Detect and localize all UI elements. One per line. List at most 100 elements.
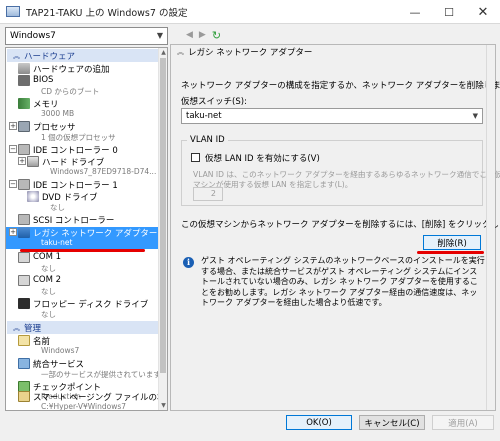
forward-arrow-icon[interactable]: ▶ xyxy=(199,30,206,40)
dvd-drive-icon xyxy=(27,191,39,202)
cancel-button[interactable]: キャンセル(C) xyxy=(359,415,425,430)
chevron-down-icon: ▼ xyxy=(472,112,478,120)
vlan-enable-checkbox[interactable] xyxy=(191,153,200,162)
tree-item-sub: 1 個の仮想プロセッサ xyxy=(41,133,116,142)
adapter-description: ネットワーク アダプターの構成を指定するか、ネットワーク アダプターを削除します… xyxy=(181,81,500,91)
legacy-adapter-info: ゲスト オペレーティング システムのネットワークベースのインストールを実行する場… xyxy=(201,256,485,307)
hardware-section-header[interactable]: ︽ ハードウェア xyxy=(7,49,158,62)
name-tag-icon xyxy=(18,335,30,346)
dialog-button-bar: OK(O) キャンセル(C) 適用(A) xyxy=(0,412,500,441)
expand-icon[interactable]: + xyxy=(9,122,17,130)
ide-controller-icon xyxy=(18,144,30,155)
remove-description: この仮想マシンからネットワーク アダプターを削除するには、[削除] をクリックし… xyxy=(181,220,500,230)
ok-button[interactable]: OK(O) xyxy=(286,415,352,430)
tree-item-com1[interactable]: COM 1 なし xyxy=(6,252,159,274)
hardware-tree: ︽ ハードウェア ハードウェアの追加 BIOS CD からのブート メモリ 30… xyxy=(5,47,168,411)
tree-item-sub: なし xyxy=(50,203,65,212)
section-title: レガシ ネットワーク アダプター xyxy=(188,47,313,58)
nav-toolbar: ◀ ▶ ↻ xyxy=(170,27,496,43)
vm-selector[interactable]: Windows7 ▼ xyxy=(5,27,168,45)
scroll-down-arrow-icon[interactable]: ▼ xyxy=(159,401,167,410)
tree-item-sub: CD からのブート xyxy=(41,87,100,96)
processor-icon xyxy=(18,121,30,132)
tree-item-sub: Windows7_87ED9718-D74... xyxy=(50,167,157,176)
tree-item-hard-drive[interactable]: + ハード ドライブ Windows7_87ED9718-D74... xyxy=(6,156,159,178)
apply-button[interactable]: 適用(A) xyxy=(432,415,494,430)
title-bar: TAP21-TAKU 上の Windows7 の設定 — ☐ ✕ xyxy=(0,0,500,24)
tree-item-smart-paging[interactable]: スマート ページング ファイルの場所 C:¥Hyper-V¥Windows7 xyxy=(6,391,167,411)
tree-item-label: ハードウェアの追加 xyxy=(33,65,110,75)
close-button[interactable]: ✕ xyxy=(466,0,500,24)
hard-drive-icon xyxy=(27,156,39,167)
tree-item-sub: Windows7 xyxy=(41,346,80,355)
vlan-id-input[interactable]: 2 xyxy=(193,187,223,201)
integration-services-icon xyxy=(18,358,30,369)
expand-icon[interactable]: + xyxy=(18,157,26,165)
vlan-enable-label: 仮想 LAN ID を有効にする(V) xyxy=(205,154,320,164)
tree-item-label: IDE コントローラー 1 xyxy=(33,181,118,191)
info-icon: i xyxy=(183,257,194,268)
tree-item-label: IDE コントローラー 0 xyxy=(33,146,118,156)
tree-item-label: BIOS xyxy=(33,75,54,85)
tree-item-sub: なし xyxy=(41,264,56,273)
tree-item-sub: taku-net xyxy=(41,238,73,247)
bios-chip-icon xyxy=(18,75,30,86)
folder-icon xyxy=(18,391,30,402)
red-annotation-underline xyxy=(417,251,484,254)
tree-item-processor[interactable]: + プロセッサ 1 個の仮想プロセッサ xyxy=(6,121,159,143)
tree-item-memory[interactable]: メモリ 3000 MB xyxy=(6,98,159,120)
window-controls: — ☐ ✕ xyxy=(398,0,500,24)
section-header: ︽ レガシ ネットワーク アダプター xyxy=(171,45,487,58)
collapse-icon[interactable]: − xyxy=(9,180,17,188)
tree-scrollbar[interactable]: ▲ ▼ xyxy=(158,48,167,410)
tree-item-label: COM 1 xyxy=(33,252,62,262)
refresh-icon[interactable]: ↻ xyxy=(212,29,221,42)
collapse-icon[interactable]: − xyxy=(9,145,17,153)
window-title: TAP21-TAKU 上の Windows7 の設定 xyxy=(26,7,188,19)
tree-item-sub: 一部のサービスが提供されています xyxy=(41,370,161,379)
settings-nav-pane: Windows7 ▼ ︽ ハードウェア ハードウェアの追加 BIOS CD から… xyxy=(5,27,168,411)
floppy-disk-icon xyxy=(18,298,30,309)
settings-detail-pane: ◀ ▶ ↻ ︽ レガシ ネットワーク アダプター ネットワーク アダプターの構成… xyxy=(170,27,500,411)
remove-button[interactable]: 削除(R) xyxy=(423,235,481,250)
tree-item-sub: 3000 MB xyxy=(41,109,75,118)
tree-item-sub: C:¥Hyper-V¥Windows7 xyxy=(41,402,127,411)
tree-item-sub: なし xyxy=(41,310,56,319)
management-section-header[interactable]: ︽ 管理 xyxy=(7,321,158,334)
panel-scrollbar[interactable] xyxy=(486,45,495,410)
minimize-button[interactable]: — xyxy=(398,0,432,24)
virtual-switch-select[interactable]: taku-net ▼ xyxy=(181,108,483,124)
maximize-button[interactable]: ☐ xyxy=(432,0,466,24)
tree-item-floppy[interactable]: フロッピー ディスク ドライブ なし xyxy=(6,298,159,320)
tree-item-sub: なし xyxy=(41,287,56,296)
tree-item-integration-services[interactable]: 統合サービス 一部のサービスが提供されています xyxy=(6,358,161,380)
settings-app-icon xyxy=(6,6,20,17)
back-arrow-icon[interactable]: ◀ xyxy=(186,30,193,40)
virtual-switch-value: taku-net xyxy=(186,111,222,121)
tree-item-legacy-network-adapter[interactable]: + レガシ ネットワーク アダプター taku-net xyxy=(6,227,159,249)
collapse-chevron-icon: ︽ xyxy=(13,323,20,332)
scsi-controller-icon xyxy=(18,214,30,225)
tree-item-name[interactable]: 名前 Windows7 xyxy=(6,335,159,357)
vlan-group-title: VLAN ID xyxy=(187,135,228,145)
management-header-label: 管理 xyxy=(24,323,42,334)
scroll-up-arrow-icon[interactable]: ▲ xyxy=(159,48,167,57)
expand-icon[interactable]: + xyxy=(9,228,17,236)
com-port-icon xyxy=(18,275,30,286)
ide-controller-icon xyxy=(18,179,30,190)
com-port-icon xyxy=(18,252,30,263)
tree-item-bios[interactable]: BIOS CD からのブート xyxy=(6,75,159,97)
hardware-header-label: ハードウェア xyxy=(24,51,76,62)
network-adapter-icon xyxy=(18,227,30,238)
adapter-settings-panel: ︽ レガシ ネットワーク アダプター ネットワーク アダプターの構成を指定するか… xyxy=(170,44,500,411)
chevron-down-icon: ▼ xyxy=(156,31,163,40)
scroll-thumb[interactable] xyxy=(160,58,166,373)
vm-selector-value: Windows7 xyxy=(10,31,56,41)
tree-item-dvd-drive[interactable]: DVD ドライブ なし xyxy=(6,191,159,213)
virtual-switch-label: 仮想スイッチ(S): xyxy=(181,97,247,107)
add-hardware-icon xyxy=(18,63,30,74)
memory-icon xyxy=(18,98,30,109)
tree-item-com2[interactable]: COM 2 なし xyxy=(6,275,159,297)
tree-item-label: SCSI コントローラー xyxy=(33,216,115,226)
tree-item-label: COM 2 xyxy=(33,275,62,285)
